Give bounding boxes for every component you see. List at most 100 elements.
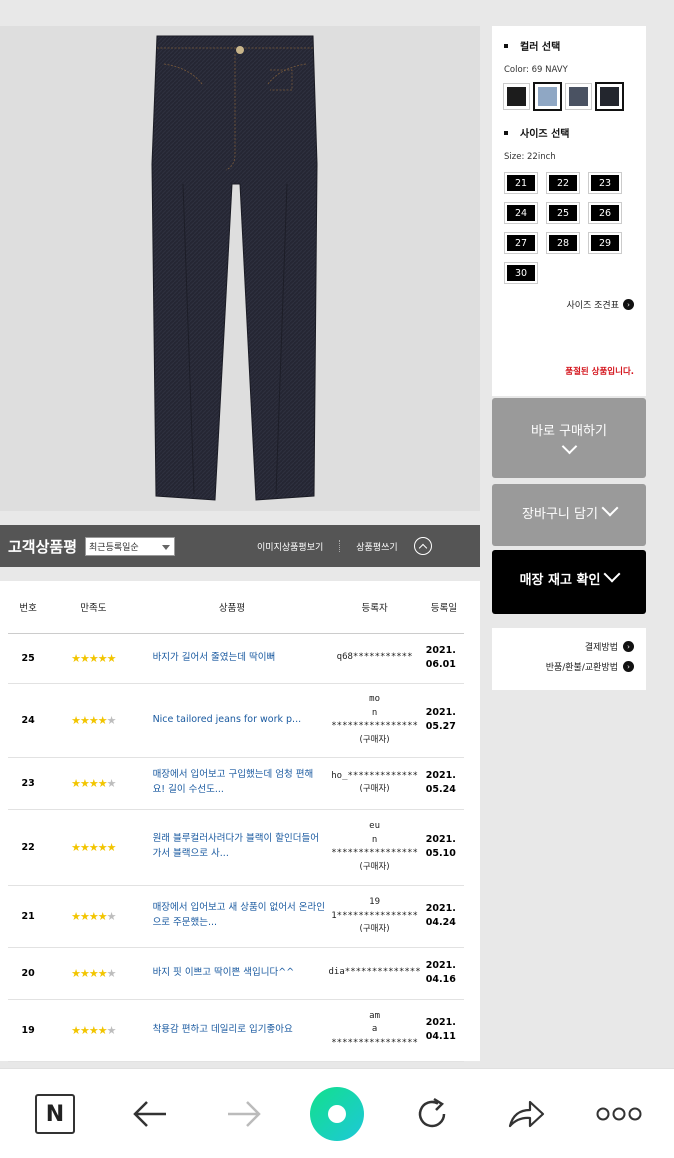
star-icon: ★: [97, 1023, 108, 1037]
review-title: 고객상품평: [8, 537, 78, 556]
selected-color: Color: 69 NAVY: [504, 65, 568, 75]
size-button[interactable]: 21: [504, 172, 538, 194]
chevron-down-icon: [603, 565, 621, 583]
bullet-icon: [504, 130, 508, 135]
star-icon: ★: [80, 840, 90, 854]
review-title-link[interactable]: 바지 핏 이쁘고 딱이쁜 색입니다^^: [138, 947, 326, 1000]
author-id: mo n ****************: [331, 694, 418, 732]
refresh-icon: [418, 1097, 446, 1128]
star-icon: ★: [88, 966, 99, 980]
review-header-bar: 고객상품평 최근등록일순 이미지상품평보기 상품평쓰기: [0, 525, 480, 567]
review-title-link[interactable]: 착용감 편하고 데일리로 입기좋아요: [138, 999, 326, 1062]
add-to-cart-button[interactable]: 장바구니 담기: [492, 484, 646, 546]
table-row[interactable]: 19 ★★★★★ 착용감 편하고 데일리로 입기좋아요 am a **********…: [8, 999, 464, 1062]
star-icon: ★: [80, 651, 90, 665]
more-button[interactable]: [589, 1069, 649, 1158]
review-author: q68***********: [325, 633, 424, 684]
star-icon: ★: [80, 776, 90, 790]
table-row[interactable]: 25 ★★★★★ 바지가 길어서 줄였는데 딱이뻐 q68*********** 202…: [8, 633, 464, 684]
reviews-table: 번호 만족도 상품평 등록자 등록일 25 ★★★★★ 바지가 길어서 줄였는데 딱…: [8, 581, 464, 1062]
review-title-link[interactable]: 바지가 길어서 줄였는데 딱이뻐: [138, 633, 326, 684]
size-grid: 21 22 23 24 25 26 27 28 29 30: [504, 172, 634, 284]
star-icon: ★: [88, 909, 99, 923]
column-header: 등록자: [325, 581, 424, 634]
review-title-link[interactable]: Nice tailored jeans for work p...: [138, 683, 326, 758]
size-button[interactable]: 29: [588, 232, 622, 254]
swatch-navy[interactable]: [595, 82, 624, 111]
table-row[interactable]: 23 ★★★★★ 매장에서 입어보고 구입했는데 엄청 편해요! 길이 수선도...…: [8, 757, 464, 810]
size-button[interactable]: 22: [546, 172, 580, 194]
arrow-right-icon: ›: [623, 661, 634, 672]
size-button[interactable]: 28: [546, 232, 580, 254]
share-icon: [508, 1100, 545, 1128]
swatch-black[interactable]: [503, 83, 530, 110]
write-review-link[interactable]: 상품평쓰기: [356, 540, 397, 553]
column-header: 번호: [8, 581, 49, 634]
review-title-link[interactable]: 매장에서 입어보고 구입했는데 엄청 편해요! 길이 수선도...: [138, 757, 326, 810]
green-dot-button[interactable]: [307, 1069, 367, 1158]
jeans-image: [151, 35, 318, 501]
bullet-icon: [504, 43, 508, 48]
photo-reviews-link[interactable]: 이미지상품평보기: [257, 540, 323, 553]
rating-stars: ★★★★★: [48, 633, 139, 684]
review-number: 22: [8, 809, 49, 886]
swatch-light-blue[interactable]: [533, 82, 562, 111]
review-number: 20: [8, 947, 49, 1000]
n-logo-icon: N: [35, 1094, 75, 1134]
star-icon: ★: [71, 909, 81, 923]
sort-select[interactable]: 최근등록일순: [85, 536, 176, 556]
bottom-nav: N: [0, 1068, 674, 1158]
star-icon: ★: [80, 713, 90, 727]
buyer-label: (구매자): [359, 734, 390, 745]
size-button[interactable]: 27: [504, 232, 538, 254]
buy-now-button[interactable]: 바로 구매하기: [492, 398, 646, 478]
column-header: 상품평: [138, 581, 326, 634]
size-button[interactable]: 25: [546, 202, 580, 224]
star-icon: ★: [80, 909, 90, 923]
table-row[interactable]: 20 ★★★★★ 바지 핏 이쁘고 딱이쁜 색입니다^^ dia***********…: [8, 947, 464, 1000]
author-id: ho_*************: [331, 770, 418, 781]
size-chart-link[interactable]: 사이즈 조견표 ›: [504, 298, 634, 311]
soldout-notice: 품절된 상품입니다.: [565, 367, 634, 377]
table-row[interactable]: 22 ★★★★★ 원래 블루컬러사려다가 블랙이 할인더들어가서 블랙으로 사...…: [8, 809, 464, 886]
table-row[interactable]: 21 ★★★★★ 매장에서 입어보고 새 상품이 없어서 온라인으로 주문했는...…: [8, 885, 464, 948]
share-button[interactable]: [496, 1069, 556, 1158]
author-id: q68***********: [336, 652, 413, 663]
star-icon: ★: [88, 651, 99, 665]
review-title-link[interactable]: 매장에서 입어보고 새 상품이 없어서 온라인으로 주문했는...: [138, 885, 326, 948]
review-number: 25: [8, 633, 49, 684]
dropdown-arrow-icon: [162, 544, 171, 550]
star-icon: ★: [97, 713, 108, 727]
green-dot-icon: [310, 1087, 364, 1141]
star-icon: ★: [71, 776, 81, 790]
refresh-button[interactable]: [402, 1069, 462, 1158]
store-stock-button[interactable]: 매장 재고 확인: [492, 550, 646, 614]
review-title-link[interactable]: 원래 블루컬러사려다가 블랙이 할인더들어가서 블랙으로 사...: [138, 809, 326, 886]
review-author: mo n **************** (구매자): [325, 683, 424, 758]
return-policy-link[interactable]: 반품/환불/교환방법 ›: [504, 660, 634, 673]
size-button[interactable]: 26: [588, 202, 622, 224]
size-button[interactable]: 23: [588, 172, 622, 194]
collapse-up-icon[interactable]: [413, 537, 432, 555]
buyer-label: (구매자): [359, 861, 390, 872]
table-row[interactable]: 24 ★★★★★ Nice tailored jeans for work p...…: [8, 683, 464, 758]
review-date: 2021. 05.24: [423, 757, 464, 810]
reviews-body: 25 ★★★★★ 바지가 길어서 줄였는데 딱이뻐 q68*********** 202…: [8, 633, 464, 1062]
payment-method-link[interactable]: 결제방법 ›: [504, 640, 634, 653]
star-icon: ★: [106, 966, 117, 980]
back-button[interactable]: [120, 1069, 180, 1158]
product-image: [0, 26, 480, 511]
star-icon: ★: [71, 966, 81, 980]
review-date: 2021. 04.16: [423, 947, 464, 1000]
star-icon: ★: [71, 1023, 81, 1037]
size-button[interactable]: 24: [504, 202, 538, 224]
author-id: 19 1***************: [331, 897, 418, 921]
forward-button[interactable]: [214, 1069, 274, 1158]
review-author: ho_************* (구매자): [325, 757, 424, 810]
size-button[interactable]: 30: [504, 262, 538, 284]
naver-home-button[interactable]: N: [25, 1069, 85, 1158]
swatch-blue-gray[interactable]: [565, 83, 592, 110]
star-icon: ★: [88, 713, 99, 727]
review-date: 2021. 06.01: [423, 633, 464, 684]
star-icon: ★: [106, 1023, 117, 1037]
